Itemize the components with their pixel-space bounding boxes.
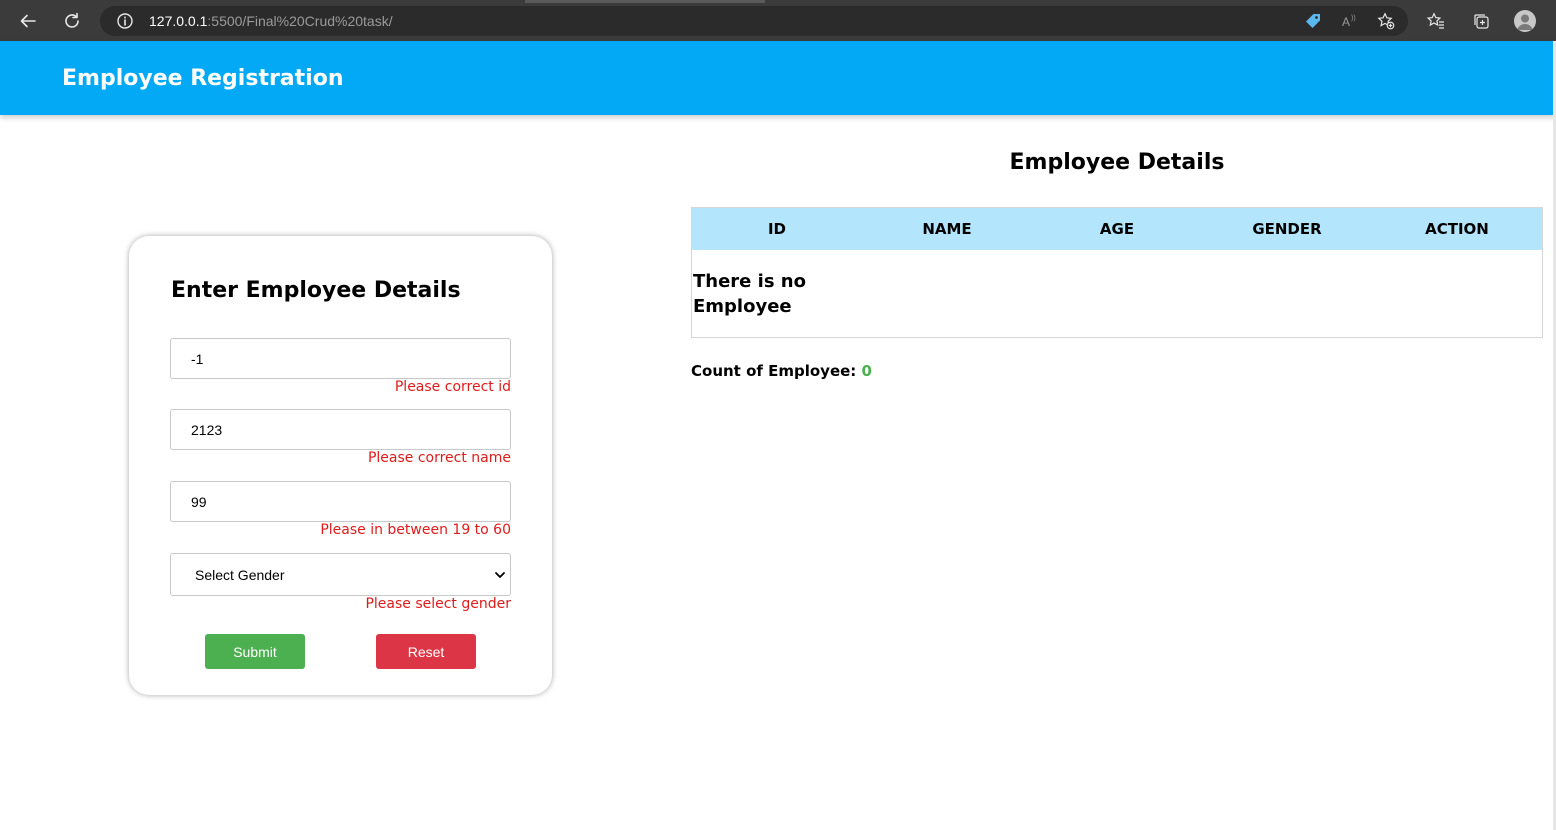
app-header: Employee Registration [0,41,1556,115]
address-bar[interactable]: 127.0.0.1:5500/Final%20Crud%20task/ [100,6,1408,36]
column-header-action: ACTION [1425,220,1489,238]
add-favorite-icon[interactable] [1375,10,1397,32]
age-input[interactable] [170,481,511,522]
submit-button[interactable]: Submit [205,634,305,669]
column-header-id: ID [767,220,787,238]
read-aloud-icon[interactable]: A)) [1339,10,1361,32]
id-input[interactable] [170,338,511,379]
gender-select-value: Select Gender [195,567,285,583]
browser-toolbar: 127.0.0.1:5500/Final%20Crud%20task/ A)) [0,0,1556,41]
favorites-icon[interactable] [1425,10,1447,32]
svg-text:A: A [1342,15,1350,29]
table-header: ID NAME AGE GENDER ACTION [692,208,1542,250]
active-tab-indicator [525,0,765,3]
app-title: Employee Registration [62,66,344,91]
chevron-down-icon [495,572,505,578]
column-header-gender: GENDER [1252,220,1322,238]
name-error: Please correct name [367,450,511,466]
age-error: Please in between 19 to 60 [320,522,511,538]
employee-count: Count of Employee: 0 [691,361,872,381]
employee-form-card: Enter Employee Details Please correct id… [129,236,552,695]
column-header-name: NAME [922,220,972,238]
details-title: Employee Details [1009,150,1225,175]
url-path: :5500/Final%20Crud%20task/ [207,13,393,29]
svg-text:)): )) [1351,15,1356,22]
column-header-age: AGE [1099,220,1135,238]
back-arrow-icon[interactable] [15,8,41,34]
form-title: Enter Employee Details [171,278,461,303]
name-input[interactable] [170,409,511,450]
employee-count-label: Count of Employee: [691,362,857,380]
id-error: Please correct id [394,379,511,395]
url-host: 127.0.0.1 [149,13,208,29]
reset-button[interactable]: Reset [376,634,476,669]
profile-avatar[interactable] [1514,10,1536,32]
empty-table-message: There is no Employee [693,271,806,317]
collections-icon[interactable] [1470,10,1492,32]
refresh-icon[interactable] [59,8,85,34]
employee-count-value: 0 [861,362,872,380]
employee-table: ID NAME AGE GENDER ACTION There is no Em… [691,207,1543,338]
gender-select[interactable]: Select Gender [170,553,511,596]
url-text[interactable]: 127.0.0.1:5500/Final%20Crud%20task/ [149,12,393,30]
tag-icon[interactable] [1302,10,1324,32]
info-icon[interactable] [116,12,134,30]
gender-error: Please select gender [365,596,511,612]
